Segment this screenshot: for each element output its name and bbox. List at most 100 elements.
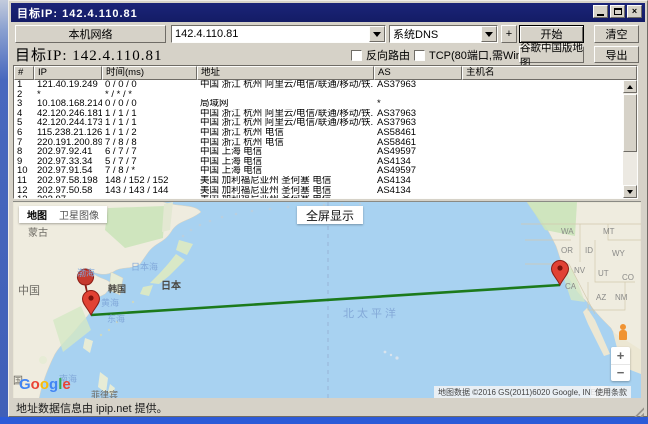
target-ip-dropdown-button[interactable] [369,26,385,42]
column-header[interactable]: 主机名 [462,66,637,80]
column-header[interactable]: AS [374,66,462,80]
table-row[interactable]: 542.120.244.1731 / 1 / 1中国 浙江 杭州 阿里云/电信/… [14,118,623,128]
cell-as: AS37963 [374,80,462,90]
arrow-up-icon [627,85,633,89]
fullscreen-button[interactable]: 全屏显示 [297,206,363,224]
cell-ip: 202.97.33.34 [34,157,102,167]
cell-as: AS4134 [374,186,462,196]
google-cn-map-button[interactable]: 谷歌中国版地图 [519,46,584,63]
table-row[interactable]: 1121.40.19.2490 / 0 / 0中国 浙江 杭州 阿里云/电信/联… [14,80,623,90]
minimize-button[interactable] [593,5,608,18]
cell-num: 13 [14,195,34,198]
cell-host [462,166,623,176]
dns-combobox[interactable]: 系统DNS [389,25,498,43]
cell-time: 7 / 8 / * [102,166,197,176]
cell-as [374,90,462,100]
cell-host [462,138,623,148]
titlebar[interactable]: 目标IP: 142.4.110.81 × [11,3,645,22]
column-header[interactable]: # [14,66,34,80]
cell-ip: 202.97.92.41 [34,147,102,157]
table-scrollbar[interactable] [623,80,637,198]
cell-as: AS58461 [374,138,462,148]
cell-num: 1 [14,80,34,90]
map-type-satellite-button[interactable]: 卫星图像 [59,207,99,222]
terms-link[interactable]: 使用条款 [591,386,631,398]
cell-host [462,99,623,109]
table-row[interactable]: 8202.97.92.416 / 7 / 7中国 上海 电信AS49597 [14,147,623,157]
dns-value[interactable]: 系统DNS [390,26,481,42]
target-ip-value[interactable]: 142.4.110.81 [172,28,369,40]
maximize-button[interactable] [610,5,625,18]
cell-num: 4 [14,109,34,119]
table-row[interactable]: 9202.97.33.345 / 7 / 7中国 上海 电信AS4134 [14,157,623,167]
cell-addr: 美国 加利福尼亚州 圣何塞 电信 [197,176,374,186]
cell-host [462,157,623,167]
target-ip-combobox[interactable]: 142.4.110.81 [171,25,386,43]
clear-button[interactable]: 清空 [594,25,639,43]
philippines-islands [98,372,115,396]
background-window-edge [0,0,8,424]
cell-ip: 202.97.58.198 [34,176,102,186]
background-window-bottom [0,417,648,424]
add-button[interactable]: + [501,25,517,43]
cell-num: 7 [14,138,34,148]
cell-addr: 中国 浙江 杭州 阿里云/电信/联通/移动/铁... [197,80,374,90]
table-row[interactable]: 10202.97.91.547 / 8 / *中国 上海 电信AS49597 [14,166,623,176]
table-row[interactable]: 7220.191.200.897 / 8 / 8中国 浙江 杭州 电信AS584… [14,138,623,148]
cell-addr: 美国 加利福尼亚州 圣何塞 电信 [197,195,374,198]
tcp-checkbox[interactable] [414,50,425,61]
cell-addr: 美国 加利福尼亚州 圣何塞 电信 [197,186,374,196]
table-row[interactable]: 6115.238.21.1261 / 1 / 2中国 浙江 杭州 电信AS584… [14,128,623,138]
local-network-button[interactable]: 本机网络 [15,25,166,43]
table-row[interactable]: 11202.97.58.198148 / 152 / 152美国 加利福尼亚州 … [14,176,623,186]
table-row[interactable]: 2** / * / * [14,90,623,100]
cell-ip: 202.97.91.54 [34,166,102,176]
cell-time: 5 / 7 / 7 [102,157,197,167]
cell-num: 9 [14,157,34,167]
fullscreen-label: 全屏显示 [306,207,354,224]
dns-dropdown-button[interactable] [481,26,497,42]
export-button[interactable]: 导出 [594,46,639,63]
cell-ip: 220.191.200.89 [34,138,102,148]
column-header[interactable]: IP [34,66,102,80]
minimize-icon [597,14,604,16]
window-controls: × [593,5,642,18]
window-title: 目标IP: 142.4.110.81 [17,5,138,21]
table-row[interactable]: 12202.97.50.58143 / 143 / 144美国 加利福尼亚州 圣… [14,186,623,196]
cell-addr: 中国 浙江 杭州 阿里云/电信/联通/移动/铁... [197,109,374,119]
pegman-icon[interactable] [617,324,629,340]
arrow-down-icon [627,190,633,194]
status-bar: 地址数据信息由 ipip.net 提供。 [11,399,645,416]
table-row[interactable]: 310.108.168.2140 / 0 / 0局域网* [14,99,623,109]
cell-as: AS58461 [374,128,462,138]
table-row[interactable]: 13202.97.美国 加利福尼亚州 圣何塞 电信 [14,195,623,198]
google-logo[interactable]: Google [19,376,71,393]
cell-ip: 42.120.244.173 [34,118,102,128]
map-attribution: 地图数据 ©2016 GS(2011)6020 Google, INEGI [434,386,608,398]
zoom-out-button[interactable]: − [611,365,630,382]
cell-num: 8 [14,147,34,157]
column-header[interactable]: 时间(ms) [102,66,197,80]
scrollbar-thumb[interactable] [623,94,637,152]
reverse-route-checkbox[interactable] [351,50,362,61]
cell-addr: 中国 浙江 杭州 电信 [197,128,374,138]
cell-ip: 115.238.21.126 [34,128,102,138]
close-icon: × [632,7,637,16]
vegetation-pacific-nw [527,202,577,236]
cell-host [462,118,623,128]
table-row[interactable]: 442.120.246.1811 / 1 / 1中国 浙江 杭州 阿里云/电信/… [14,109,623,119]
cell-ip: 121.40.19.249 [34,80,102,90]
cell-time: 0 / 0 / 0 [102,80,197,90]
zoom-in-button[interactable]: + [611,347,630,365]
cell-host [462,90,623,100]
cell-num: 6 [14,128,34,138]
scroll-down-button[interactable] [623,185,637,198]
route-map[interactable]: 蒙古 中国 国 渤海 日本海 韩国 日本 黄海 东海 北太平洋 南海 菲律宾 W… [13,201,641,398]
cell-as: AS4134 [374,176,462,186]
cell-time: 6 / 7 / 7 [102,147,197,157]
close-button[interactable]: × [627,5,642,18]
map-type-map-button[interactable]: 地图 [27,207,47,222]
scroll-up-button[interactable] [623,80,637,93]
cell-num: 10 [14,166,34,176]
column-header[interactable]: 地址 [197,66,374,80]
